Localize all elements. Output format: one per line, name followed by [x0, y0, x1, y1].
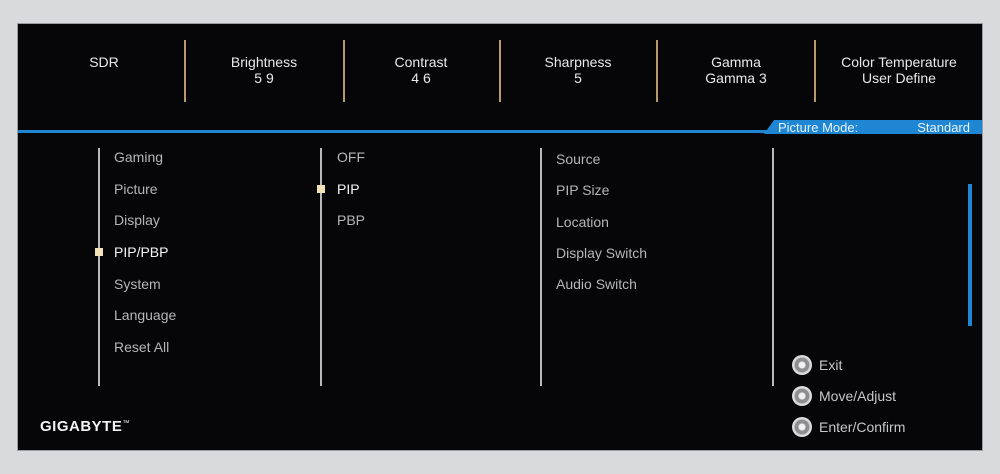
- contrast-label: Contrast: [394, 54, 448, 70]
- column-divider: [320, 148, 322, 386]
- picture-mode-label: Picture Mode:: [778, 120, 859, 135]
- legend-enter-label: Enter/Confirm: [819, 419, 906, 435]
- brand-logo: GIGABYTE™: [40, 418, 130, 435]
- brightness-stat: Brightness 5 9: [204, 54, 324, 86]
- legend-move-label: Move/Adjust: [819, 388, 897, 404]
- menu-item-system[interactable]: System: [114, 276, 161, 292]
- column-divider: [98, 148, 100, 386]
- column-divider: [772, 148, 774, 386]
- joystick-icon: [792, 355, 812, 375]
- osd-screen: SDR Brightness 5 9 Contrast 4 6 Sharpnes…: [18, 24, 982, 450]
- mode-indicator: SDR: [74, 54, 134, 70]
- osd-top-bar: SDR Brightness 5 9 Contrast 4 6 Sharpnes…: [18, 24, 982, 124]
- menu-item-reset-all[interactable]: Reset All: [114, 339, 169, 355]
- submenu-item-off[interactable]: OFF: [337, 149, 365, 165]
- top-separator: [343, 40, 345, 102]
- top-separator: [814, 40, 816, 102]
- picture-mode-value: Standard: [917, 120, 970, 135]
- contrast-value: 4 6: [411, 70, 431, 86]
- sharpness-value: 5: [574, 70, 582, 86]
- menu-item-pip-pbp[interactable]: PIP/PBP: [114, 244, 168, 260]
- sharpness-stat: Sharpness 5: [518, 54, 638, 86]
- legend-exit-label: Exit: [819, 357, 843, 373]
- contrast-stat: Contrast 4 6: [361, 54, 481, 86]
- joystick-icon: [792, 417, 812, 437]
- sharpness-label: Sharpness: [544, 54, 612, 70]
- menu-item-gaming[interactable]: Gaming: [114, 149, 163, 165]
- scrollbar[interactable]: [968, 184, 972, 326]
- submenu-item-pip[interactable]: PIP: [337, 181, 360, 197]
- top-separator: [184, 40, 186, 102]
- mode-label: SDR: [89, 54, 119, 70]
- menu-item-language[interactable]: Language: [114, 307, 176, 323]
- color-temperature-stat: Color Temperature User Define: [824, 54, 974, 86]
- column-divider: [540, 148, 542, 386]
- gamma-label: Gamma: [711, 54, 761, 70]
- gamma-value: Gamma 3: [705, 70, 767, 86]
- menu-item-display[interactable]: Display: [114, 212, 160, 228]
- selection-marker-icon: [317, 185, 325, 193]
- brightness-label: Brightness: [230, 54, 298, 70]
- top-separator: [656, 40, 658, 102]
- option-pip-size[interactable]: PIP Size: [556, 182, 609, 198]
- option-display-switch[interactable]: Display Switch: [556, 245, 647, 261]
- top-separator: [499, 40, 501, 102]
- brand-trademark: ™: [122, 420, 130, 427]
- option-audio-switch[interactable]: Audio Switch: [556, 276, 637, 292]
- color-temperature-label: Color Temperature: [841, 54, 957, 70]
- option-location[interactable]: Location: [556, 214, 609, 230]
- brightness-value: 5 9: [254, 70, 274, 86]
- joystick-icon: [792, 386, 812, 406]
- brand-name: GIGABYTE: [40, 418, 123, 435]
- menu-item-picture[interactable]: Picture: [114, 181, 158, 197]
- color-temperature-value: User Define: [862, 70, 936, 86]
- option-source[interactable]: Source: [556, 151, 600, 167]
- submenu-item-pbp[interactable]: PBP: [337, 212, 365, 228]
- selection-marker-icon: [95, 248, 103, 256]
- gamma-stat: Gamma Gamma 3: [676, 54, 796, 86]
